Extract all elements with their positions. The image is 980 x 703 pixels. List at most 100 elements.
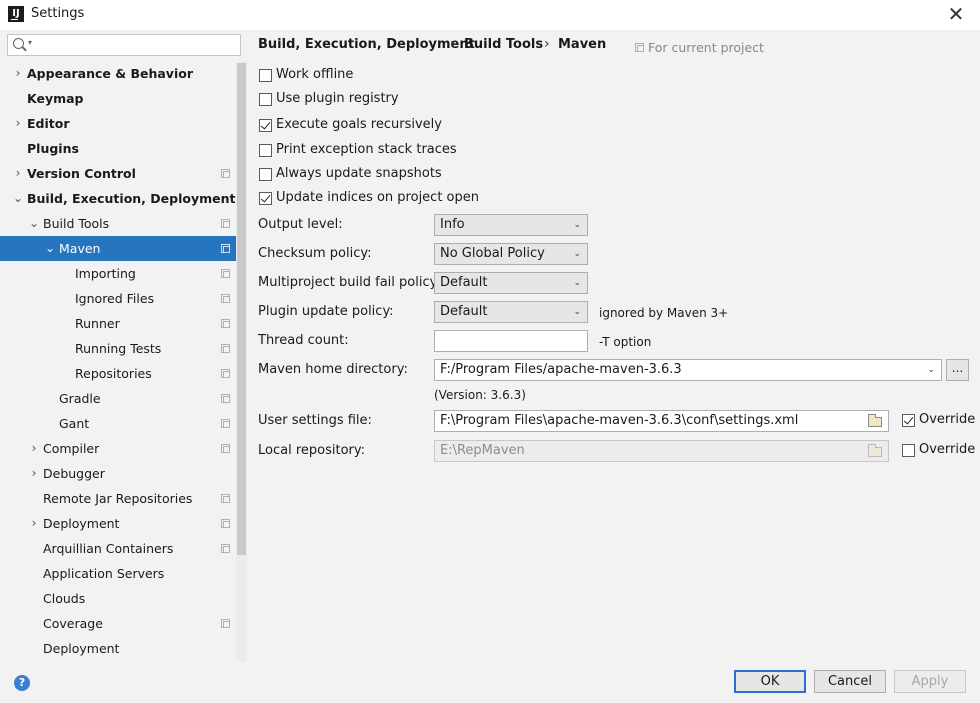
settings-search-input[interactable]: ▾ [7, 34, 241, 56]
project-scope-icon [221, 269, 230, 278]
breadcrumb-build-tools[interactable]: Build Tools [464, 37, 543, 52]
breadcrumb-maven: Maven [558, 37, 607, 52]
project-scope-icon [635, 43, 644, 52]
sidebar-item-label: Application Servers [43, 566, 165, 581]
sidebar-item-editor[interactable]: › Editor [0, 111, 236, 136]
sidebar-item-remote-jar-repositories[interactable]: Remote Jar Repositories [0, 486, 236, 511]
title-bar: IJ Settings ✕ [0, 0, 980, 30]
chevron-down-icon[interactable]: ⌄ [44, 236, 56, 261]
sidebar-item-label: Debugger [43, 466, 105, 481]
sidebar-scrollbar-thumb[interactable] [237, 63, 246, 555]
sidebar-item-coverage[interactable]: Coverage [0, 611, 236, 636]
chevron-down-icon: ⌄ [573, 278, 581, 288]
local-repository-override-label[interactable]: Override [919, 442, 975, 457]
window-title: Settings [31, 6, 85, 21]
sidebar-item-gant[interactable]: Gant [0, 411, 236, 436]
sidebar-item-gradle[interactable]: Gradle [0, 386, 236, 411]
maven-home-value: F:/Program Files/apache-maven-3.6.3 [440, 362, 682, 377]
chevron-right-icon[interactable]: › [28, 511, 40, 536]
sidebar-item-arquillian-containers[interactable]: Arquillian Containers [0, 536, 236, 561]
sidebar-item-keymap[interactable]: Keymap [0, 86, 236, 111]
search-options-chevron-icon[interactable]: ▾ [28, 38, 32, 47]
multiproject-fail-policy-value: Default [440, 275, 488, 290]
maven-home-label: Maven home directory: [258, 362, 408, 377]
sidebar-item-ignored-files[interactable]: Ignored Files [0, 286, 236, 311]
chevron-down-icon[interactable]: ⌄ [28, 211, 40, 236]
sidebar-item-build-tools[interactable]: ⌄ Build Tools [0, 211, 236, 236]
chevron-right-icon[interactable]: › [28, 436, 40, 461]
sidebar-item-label: Running Tests [75, 341, 162, 356]
apply-button[interactable]: Apply [894, 670, 966, 693]
folder-browse-icon [868, 444, 882, 457]
folder-browse-icon[interactable] [868, 414, 882, 427]
update-indices-label[interactable]: Update indices on project open [276, 190, 479, 205]
sidebar-item-plugins[interactable]: Plugins [0, 136, 236, 161]
sidebar-item-label: Version Control [27, 166, 136, 181]
sidebar-item-debugger[interactable]: › Debugger [0, 461, 236, 486]
output-level-label: Output level: [258, 217, 343, 232]
intellij-app-icon: IJ [8, 6, 24, 22]
sidebar-item-build-execution-deployment[interactable]: ⌄ Build, Execution, Deployment [0, 186, 236, 211]
sidebar-item-importing[interactable]: Importing [0, 261, 236, 286]
chevron-down-icon: ⌄ [573, 249, 581, 259]
cancel-button[interactable]: Cancel [814, 670, 886, 693]
execute-goals-recursively-label[interactable]: Execute goals recursively [276, 117, 442, 132]
maven-settings-panel: Build, Execution, Deployment › Build Too… [247, 30, 980, 662]
local-repository-override-checkbox[interactable] [902, 444, 915, 457]
project-scope-icon [221, 369, 230, 378]
sidebar-item-clouds[interactable]: Clouds [0, 586, 236, 611]
sidebar-item-label: Remote Jar Repositories [43, 491, 193, 506]
sidebar-item-label: Editor [27, 116, 70, 131]
sidebar-item-deployment[interactable]: › Deployment [0, 511, 236, 536]
sidebar-item-label: Build Tools [43, 216, 110, 231]
checksum-policy-label: Checksum policy: [258, 246, 372, 261]
sidebar-item-repositories[interactable]: Repositories [0, 361, 236, 386]
sidebar-item-maven[interactable]: ⌄ Maven [0, 236, 236, 261]
project-scope-icon [221, 494, 230, 503]
sidebar-item-runner[interactable]: Runner [0, 311, 236, 336]
sidebar-item-label: Maven [59, 241, 101, 256]
sidebar-item-label: Deployment [43, 641, 120, 656]
thread-count-input[interactable] [434, 330, 588, 352]
work-offline-checkbox[interactable] [259, 69, 272, 82]
update-indices-checkbox[interactable] [259, 192, 272, 205]
chevron-right-icon[interactable]: › [12, 161, 24, 186]
use-plugin-registry-checkbox[interactable] [259, 93, 272, 106]
multiproject-fail-policy-label: Multiproject build fail policy: [258, 275, 441, 290]
print-exception-stack-traces-checkbox[interactable] [259, 144, 272, 157]
always-update-snapshots-checkbox[interactable] [259, 168, 272, 181]
maven-home-combobox[interactable]: F:/Program Files/apache-maven-3.6.3 ⌄ [434, 359, 942, 381]
project-scope-icon [221, 444, 230, 453]
multiproject-fail-policy-dropdown[interactable]: Default ⌄ [434, 272, 588, 294]
close-window-button[interactable]: ✕ [940, 2, 972, 28]
user-settings-input[interactable]: F:\Program Files\apache-maven-3.6.3\conf… [434, 410, 889, 432]
project-scope-icon [221, 244, 230, 253]
sidebar-item-application-servers[interactable]: Application Servers [0, 561, 236, 586]
chevron-down-icon[interactable]: ⌄ [12, 186, 24, 211]
maven-home-browse-button[interactable]: ... [946, 359, 969, 381]
sidebar-item-version-control[interactable]: › Version Control [0, 161, 236, 186]
sidebar-item-running-tests[interactable]: Running Tests [0, 336, 236, 361]
plugin-update-policy-dropdown[interactable]: Default ⌄ [434, 301, 588, 323]
work-offline-label[interactable]: Work offline [276, 67, 353, 82]
breadcrumb-build-execution-deployment[interactable]: Build, Execution, Deployment [258, 37, 475, 52]
always-update-snapshots-label[interactable]: Always update snapshots [276, 166, 442, 181]
user-settings-override-label[interactable]: Override [919, 412, 975, 427]
checksum-policy-dropdown[interactable]: No Global Policy ⌄ [434, 243, 588, 265]
execute-goals-recursively-checkbox[interactable] [259, 119, 272, 132]
output-level-dropdown[interactable]: Info ⌄ [434, 214, 588, 236]
settings-sidebar: ▾ › Appearance & Behavior Keymap › Editor Plu… [0, 30, 247, 662]
chevron-right-icon[interactable]: › [12, 61, 24, 86]
project-scope-icon [221, 394, 230, 403]
sidebar-item-deployment[interactable]: Deployment [0, 636, 236, 661]
plugin-update-policy-label: Plugin update policy: [258, 304, 394, 319]
sidebar-item-appearance-behavior[interactable]: › Appearance & Behavior [0, 61, 236, 86]
sidebar-item-compiler[interactable]: › Compiler [0, 436, 236, 461]
ok-button[interactable]: OK [734, 670, 806, 693]
chevron-right-icon[interactable]: › [28, 461, 40, 486]
help-icon[interactable]: ? [14, 675, 30, 691]
user-settings-override-checkbox[interactable] [902, 414, 915, 427]
use-plugin-registry-label[interactable]: Use plugin registry [276, 91, 399, 106]
print-exception-stack-traces-label[interactable]: Print exception stack traces [276, 142, 457, 157]
chevron-right-icon[interactable]: › [12, 111, 24, 136]
